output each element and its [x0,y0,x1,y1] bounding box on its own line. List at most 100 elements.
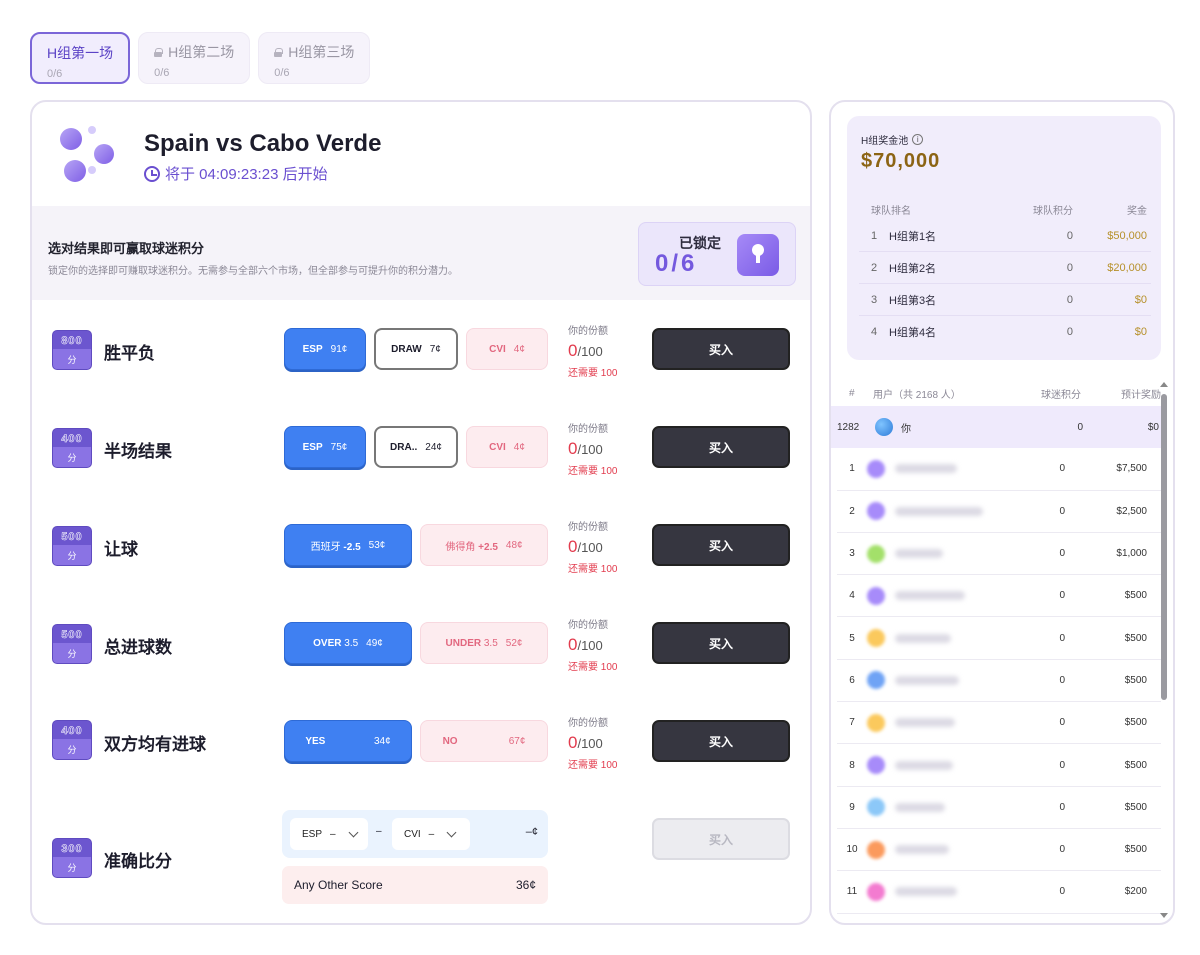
chevron-down-icon [446,827,457,837]
rewards-panel: H组奖金池 i $70,000 球队排名 球队积分 奖金 1 H组第1名 0 $50,000… [829,100,1175,925]
table-row: 4 H组第4名 0 $0 [870,326,1147,339]
tab-match-3[interactable]: H组第三场 0/6 [258,32,371,84]
avatar [867,840,885,859]
buy-button[interactable]: 买入 [652,622,790,664]
score-separator: – [376,826,382,837]
option-button[interactable]: ESP 75¢ [284,426,366,468]
option-button[interactable]: NO 67¢ [420,720,548,762]
buy-button[interactable]: 买入 [652,818,790,860]
tab-progress: 0/6 [274,67,290,79]
blurred-username [885,887,1035,897]
any-other-score-option[interactable]: Any Other Score 36¢ [282,866,548,904]
blurred-username [885,802,1035,812]
avatar [867,629,885,648]
blurred-username [885,760,1035,770]
option-button[interactable]: ESP 91¢ [284,328,366,370]
teams-icon [58,122,120,184]
blurred-username [885,549,1035,559]
option-button[interactable]: UNDER 3.5 52¢ [420,622,548,664]
market-name: 半场结果 [104,442,172,461]
leaderboard-row[interactable]: 11 0 $200 [837,871,1161,914]
option-button[interactable]: OVER 3.5 49¢ [284,622,412,664]
leaderboard-row[interactable]: 5 0 $500 [837,617,1161,660]
market-row: 400 分 双方均有进球 YES 34¢ NO 67¢ 你的份额 0/100 还需要 … [32,692,810,790]
avatar [867,544,885,563]
home-score-select[interactable]: ESP – [290,818,368,850]
scroll-up-icon[interactable] [1160,382,1168,387]
match-title: Spain vs Cabo Verde [144,130,382,157]
banner-title: 选对结果即可赢取球迷积分 [48,241,205,256]
leaderboard-row[interactable]: 1 0 $7,500 [837,448,1161,491]
blurred-username [885,633,1035,643]
blurred-username [885,675,1035,685]
points-badge: 300 分 [52,838,92,878]
tab-label: H组第二场 [168,44,235,60]
avatar [875,418,893,437]
leaderboard-row[interactable]: 10 0 $500 [837,829,1161,872]
share-info: 你的份额 0/100 还需要 100 [568,522,618,575]
blurred-username [885,591,1035,601]
match-panel: Spain vs Cabo Verde 将于 04:09:23:23 后开始 选… [30,100,812,925]
blurred-username [885,845,1035,855]
market-row: 800 分 胜平负 ESP 91¢ DRAW 7¢ CVI 4¢ 你的份额 0/100 … [32,300,810,398]
prize-pool: H组奖金池 i $70,000 球队排名 球队积分 奖金 1 H组第1名 0 $50,000… [847,116,1161,360]
market-name: 双方均有进球 [104,735,206,754]
option-button[interactable]: DRAW 7¢ [374,328,458,370]
option-button[interactable]: DRA.. 24¢ [374,426,458,468]
lock-icon [274,47,284,57]
leaderboard-row[interactable]: 7 0 $500 [837,702,1161,745]
avatar [867,502,885,521]
buy-button[interactable]: 买入 [652,328,790,370]
points-badge: 800 分 [52,330,92,370]
leaderboard-row[interactable]: 4 0 $500 [837,575,1161,618]
table-row: 3 H组第3名 0 $0 [859,284,1151,316]
banner-subtitle: 锁定你的选择即可赚取球迷积分。无需参与全部六个市场，但全部参与可提升你的积分潜力… [48,266,458,277]
points-badge: 500 分 [52,624,92,664]
option-button[interactable]: YES 34¢ [284,720,412,762]
market-row: 500 分 让球 西班牙 -2.5 53¢ 佛得角 +2.5 48¢ 你的份额 0/1… [32,496,810,594]
buy-button[interactable]: 买入 [652,524,790,566]
countdown-text: 将于 04:09:23:23 后开始 [165,166,328,183]
points-badge: 400 分 [52,428,92,468]
buy-button[interactable]: 买入 [652,426,790,468]
leaderboard-row[interactable]: 8 0 $500 [837,744,1161,787]
blurred-username [885,464,1035,474]
tab-progress: 0/6 [47,68,63,80]
option-button[interactable]: 佛得角 +2.5 48¢ [420,524,548,566]
avatar [867,459,885,478]
avatar [867,586,885,605]
option-button[interactable]: CVI 4¢ [466,328,548,370]
option-button[interactable]: CVI 4¢ [466,426,548,468]
scroll-thumb[interactable] [1161,394,1167,700]
share-info: 你的份额 0/100 还需要 100 [568,424,618,477]
share-info: 你的份额 0/100 还需要 100 [568,718,618,771]
away-score-select[interactable]: CVI – [392,818,470,850]
scrollbar[interactable] [1159,380,1169,920]
tab-progress: 0/6 [154,67,170,79]
avatar [867,671,885,690]
option-button[interactable]: 西班牙 -2.5 53¢ [284,524,412,566]
buy-button[interactable]: 买入 [652,720,790,762]
safe-icon [737,234,779,276]
match-countdown: 将于 04:09:23:23 后开始 [144,163,328,184]
scroll-down-icon[interactable] [1160,913,1168,918]
leaderboard-row[interactable]: 3 0 $1,000 [837,533,1161,576]
market-name: 胜平负 [104,344,155,363]
share-info: 你的份额 0/100 还需要 100 [568,620,618,673]
pool-table: 球队排名 球队积分 奖金 1 H组第1名 0 $50,000 2 H组第2名 0 $20,000… [859,198,1151,348]
table-row: 2 H组第2名 0 $20,000 [859,252,1151,284]
tab-match-2[interactable]: H组第二场 0/6 [138,32,251,84]
info-icon[interactable]: i [912,134,924,145]
market-row: 400 分 半场结果 ESP 75¢ DRA.. 24¢ CVI 4¢ 你的份额 0/1… [32,398,810,496]
clock-icon [144,165,160,182]
locked-counter: 已锁定 0/6 [638,222,796,286]
leaderboard-row[interactable]: 6 0 $500 [837,660,1161,703]
exact-score-picker: ESP – – CVI – –¢ [282,810,548,858]
leaderboard-row[interactable]: 2 0 $2,500 [837,491,1161,533]
leaderboard-row[interactable]: 9 0 $500 [837,787,1161,829]
my-row[interactable]: 1282 你 0 $0 [831,406,1161,449]
tab-match-1[interactable]: H组第一场 0/6 [30,32,131,84]
market-name: 准确比分 [104,852,172,871]
points-badge: 500 分 [52,526,92,566]
market-name: 让球 [104,540,138,559]
